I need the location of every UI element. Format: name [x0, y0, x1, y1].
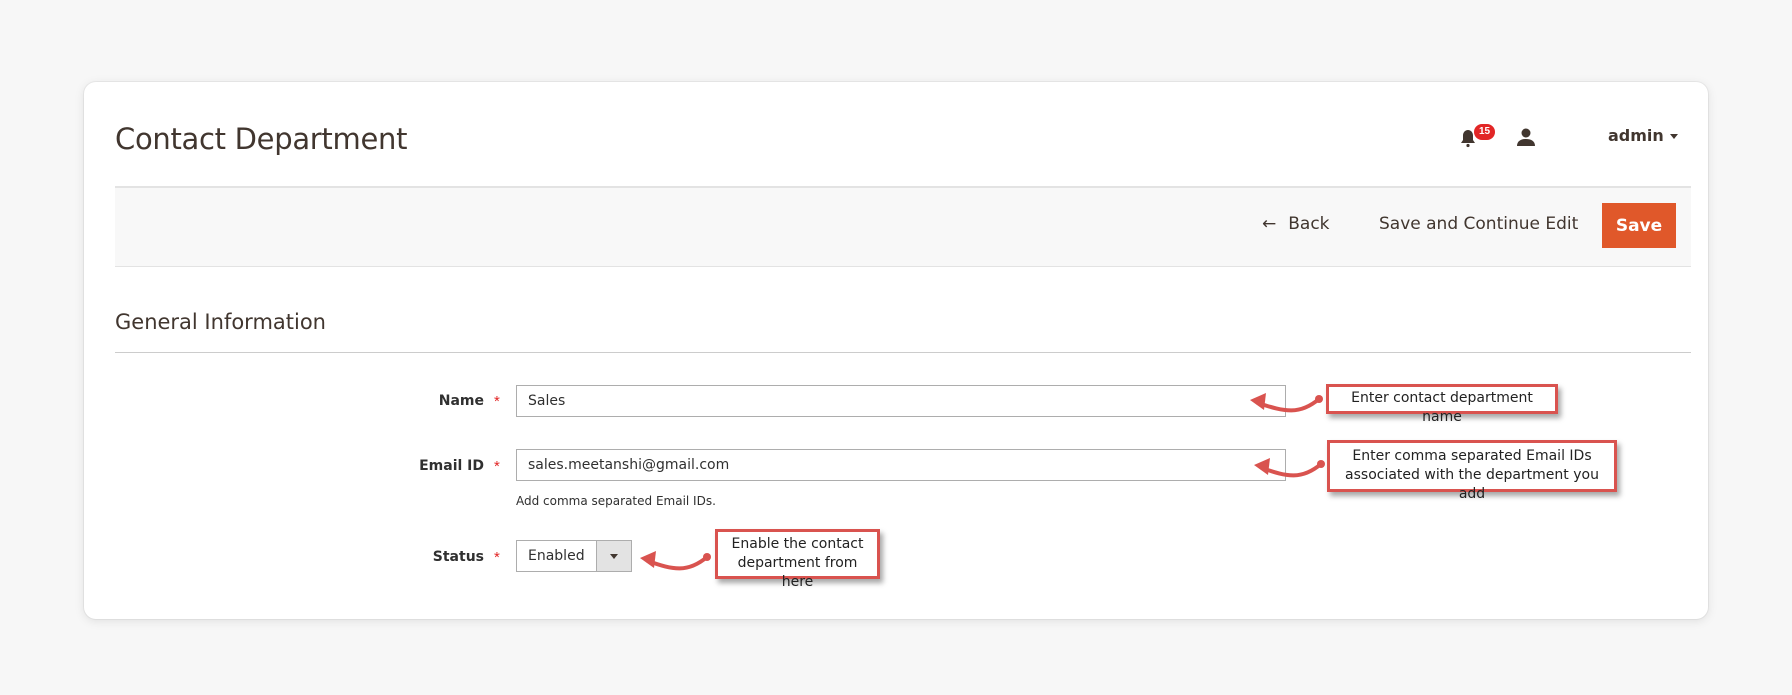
annotation-status-line2: department from here [737, 555, 858, 590]
arrow-email-head [1254, 458, 1270, 475]
arrow-email-dot [1317, 460, 1325, 468]
annotation-email-line1: Enter comma separated Email IDs [1352, 448, 1592, 464]
arrow-status [646, 555, 709, 571]
annotation-name: Enter contact department name [1326, 384, 1558, 425]
annotation-arrows [640, 393, 1325, 571]
annotation-email-line2: associated with the department you add [1345, 467, 1599, 502]
arrow-email [1260, 462, 1323, 478]
arrow-name-head [1250, 393, 1266, 410]
arrow-name-dot [1315, 395, 1323, 403]
annotation-status: Enable the contact department from here [715, 529, 880, 590]
arrow-status-dot [703, 553, 711, 561]
arrow-status-head [640, 551, 656, 568]
arrow-name [1256, 397, 1321, 413]
annotation-email: Enter comma separated Email IDs associat… [1327, 440, 1617, 502]
annotation-status-line1: Enable the contact [731, 536, 864, 552]
